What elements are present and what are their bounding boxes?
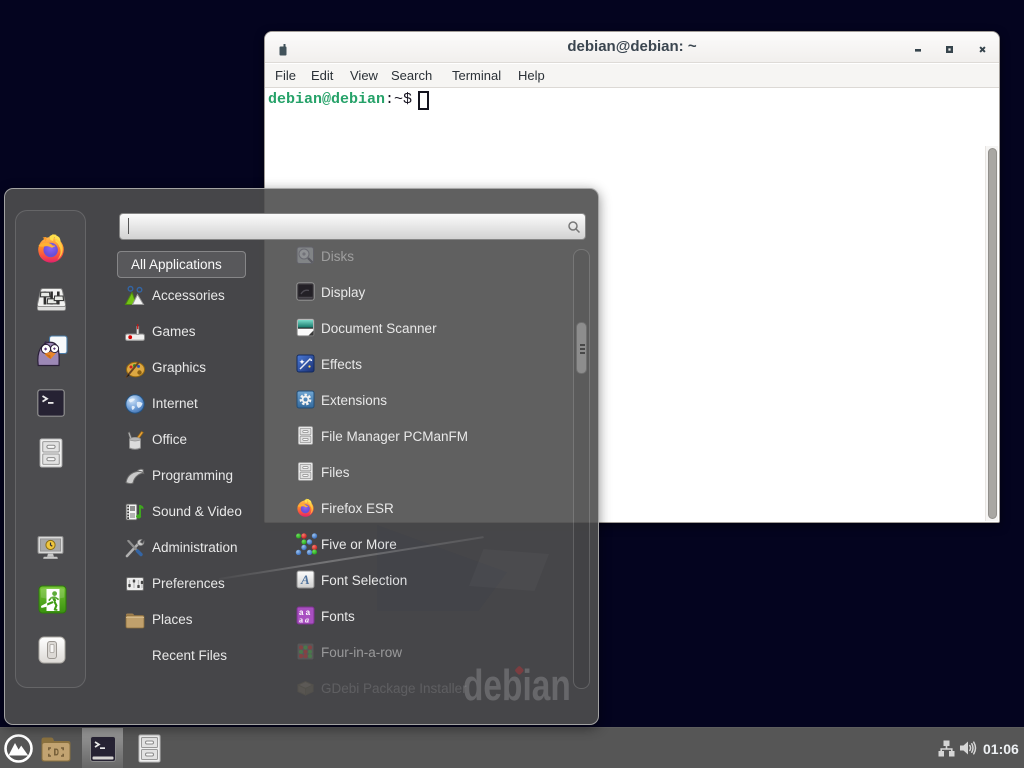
svg-text:a a: a a bbox=[299, 616, 309, 625]
svg-text:A: A bbox=[300, 572, 310, 587]
